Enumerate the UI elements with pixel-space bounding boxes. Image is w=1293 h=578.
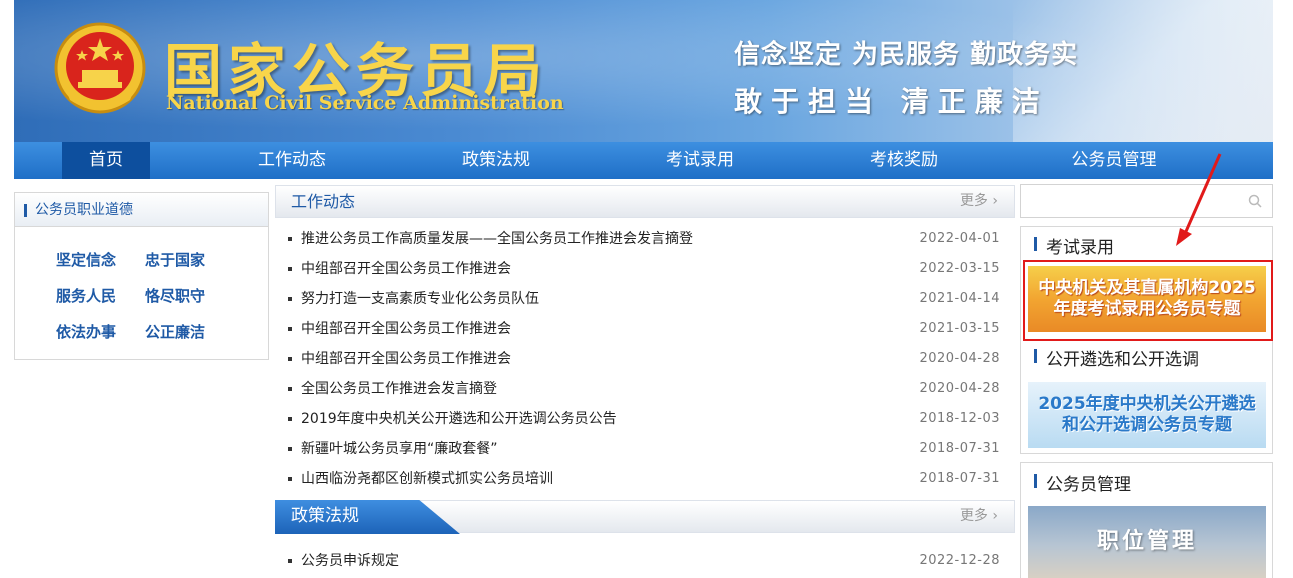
ethics-panel-title: 公务员职业道德 xyxy=(15,193,268,227)
chevron-right-icon: › xyxy=(992,193,998,209)
news-date: 2022-04-01 xyxy=(919,231,1000,246)
bullet-icon xyxy=(288,267,292,271)
ethic-item[interactable]: 忠于国家 xyxy=(145,249,205,270)
ethic-item[interactable]: 公正廉洁 xyxy=(145,321,205,342)
news-date: 2021-04-14 xyxy=(919,291,1000,306)
policy-more-link[interactable]: 更多 › xyxy=(960,501,998,532)
list-item: 中组部召开全国公务员工作推进会 2020-04-28 xyxy=(288,344,1000,374)
list-item: 中组部召开全国公务员工作推进会 2022-03-15 xyxy=(288,254,1000,284)
news-date: 2018-12-03 xyxy=(919,411,1000,426)
bullet-icon xyxy=(288,447,292,451)
bullet-icon xyxy=(288,357,292,361)
ethic-item[interactable]: 依法办事 xyxy=(56,321,116,342)
news-link[interactable]: 中组部召开全国公务员工作推进会 xyxy=(301,254,511,284)
bullet-icon xyxy=(288,237,292,241)
exam-banner-line-2: 年度考试录用公务员专题 xyxy=(1053,299,1241,319)
news-date: 2022-03-15 xyxy=(919,261,1000,276)
site-title-english: National Civil Service Administration xyxy=(166,92,564,114)
policy-title[interactable]: 政策法规 xyxy=(291,501,359,532)
exam-section-title[interactable]: 考试录用 xyxy=(1034,233,1114,258)
work-news-more-link[interactable]: 更多 › xyxy=(960,186,998,217)
news-link[interactable]: 中组部召开全国公务员工作推进会 xyxy=(301,314,511,344)
bullet-icon xyxy=(288,477,292,481)
nav-item-assessment[interactable]: 考核奖励 xyxy=(854,142,954,179)
search-box xyxy=(1020,184,1273,218)
transfer-special-topic-banner[interactable]: 2025年度中央机关公开遴选 和公开选调公务员专题 xyxy=(1028,382,1266,448)
list-item: 2019年度中央机关公开遴选和公开选调公务员公告 2018-12-03 xyxy=(288,404,1000,434)
ethic-item[interactable]: 坚定信念 xyxy=(56,249,116,270)
search-icon[interactable] xyxy=(1248,194,1262,208)
news-date: 2020-04-28 xyxy=(919,381,1000,396)
ethics-panel: 公务员职业道德 xyxy=(14,192,269,360)
nav-item-exam[interactable]: 考试录用 xyxy=(650,142,750,179)
search-input[interactable] xyxy=(1021,185,1241,217)
exam-special-topic-banner[interactable]: 中央机关及其直属机构2025 年度考试录用公务员专题 xyxy=(1028,266,1266,332)
list-item: 新疆叶城公务员享用“廉政套餐” 2018-07-31 xyxy=(288,434,1000,464)
bullet-icon xyxy=(288,387,292,391)
ethic-item[interactable]: 恪尽职守 xyxy=(145,285,205,306)
bullet-icon xyxy=(288,327,292,331)
bullet-icon xyxy=(288,417,292,421)
news-link[interactable]: 推进公务员工作高质量发展——全国公务员工作推进会发言摘登 xyxy=(301,224,693,254)
list-item: 全国公务员工作推进会发言摘登 2020-04-28 xyxy=(288,374,1000,404)
national-emblem-icon xyxy=(54,22,146,114)
news-date: 2020-04-28 xyxy=(919,351,1000,366)
position-banner-text: 职位管理 xyxy=(1096,529,1197,555)
list-item: 公务员申诉规定 2022-12-28 xyxy=(288,546,1000,576)
news-date: 2018-07-31 xyxy=(919,471,1000,486)
slogan-line-2: 敢于担当 清正廉洁 xyxy=(734,85,1049,118)
position-management-banner[interactable]: 职位管理 xyxy=(1028,506,1266,578)
header-banner: 国家公务员局 National Civil Service Administra… xyxy=(14,0,1273,142)
transfer-banner-line-2: 和公开选调公务员专题 xyxy=(1061,415,1232,435)
main-nav: 首页 工作动态 政策法规 考试录用 考核奖励 公务员管理 xyxy=(14,142,1273,179)
nav-item-civil-servant-management[interactable]: 公务员管理 xyxy=(1054,142,1174,179)
policy-date: 2022-12-28 xyxy=(919,553,1000,568)
transfer-banner-line-1: 2025年度中央机关公开遴选 xyxy=(1038,393,1256,414)
news-date: 2021-03-15 xyxy=(919,321,1000,336)
policy-link[interactable]: 公务员申诉规定 xyxy=(301,546,399,576)
list-item: 中组部召开全国公务员工作推进会 2021-03-15 xyxy=(288,314,1000,344)
news-link[interactable]: 中组部召开全国公务员工作推进会 xyxy=(301,344,511,374)
bullet-icon xyxy=(288,297,292,301)
nav-item-policy[interactable]: 政策法规 xyxy=(446,142,546,179)
ethic-item[interactable]: 服务人民 xyxy=(56,285,116,306)
news-link[interactable]: 努力打造一支高素质专业化公务员队伍 xyxy=(301,284,539,314)
list-item: 推进公务员工作高质量发展——全国公务员工作推进会发言摘登 2022-04-01 xyxy=(288,224,1000,254)
work-news-header: 工作动态 更多 › xyxy=(275,185,1015,218)
nav-item-work-news[interactable]: 工作动态 xyxy=(242,142,342,179)
work-news-title: 工作动态 xyxy=(291,192,356,211)
management-section-title[interactable]: 公务员管理 xyxy=(1034,470,1131,495)
list-item: 山西临汾尧都区创新模式抓实公务员培训 2018-07-31 xyxy=(288,464,1000,494)
list-item: 努力打造一支高素质专业化公务员队伍 2021-04-14 xyxy=(288,284,1000,314)
bullet-icon xyxy=(288,559,292,563)
banner-decoration xyxy=(1013,0,1273,142)
news-link[interactable]: 2019年度中央机关公开遴选和公开选调公务员公告 xyxy=(301,404,617,434)
slogan-line-1: 信念坚定 为民服务 勤政务实 xyxy=(734,40,1079,70)
news-link[interactable]: 全国公务员工作推进会发言摘登 xyxy=(301,374,497,404)
news-link[interactable]: 山西临汾尧都区创新模式抓实公务员培训 xyxy=(301,464,553,494)
news-date: 2018-07-31 xyxy=(919,441,1000,456)
news-link[interactable]: 新疆叶城公务员享用“廉政套餐” xyxy=(301,434,498,464)
nav-item-home[interactable]: 首页 xyxy=(62,142,150,179)
transfer-section-title[interactable]: 公开遴选和公开选调 xyxy=(1034,345,1199,370)
chevron-right-icon: › xyxy=(992,508,998,524)
policy-header: 政策法规 更多 › xyxy=(275,500,1015,534)
exam-banner-line-1: 中央机关及其直属机构2025 xyxy=(1038,277,1256,298)
